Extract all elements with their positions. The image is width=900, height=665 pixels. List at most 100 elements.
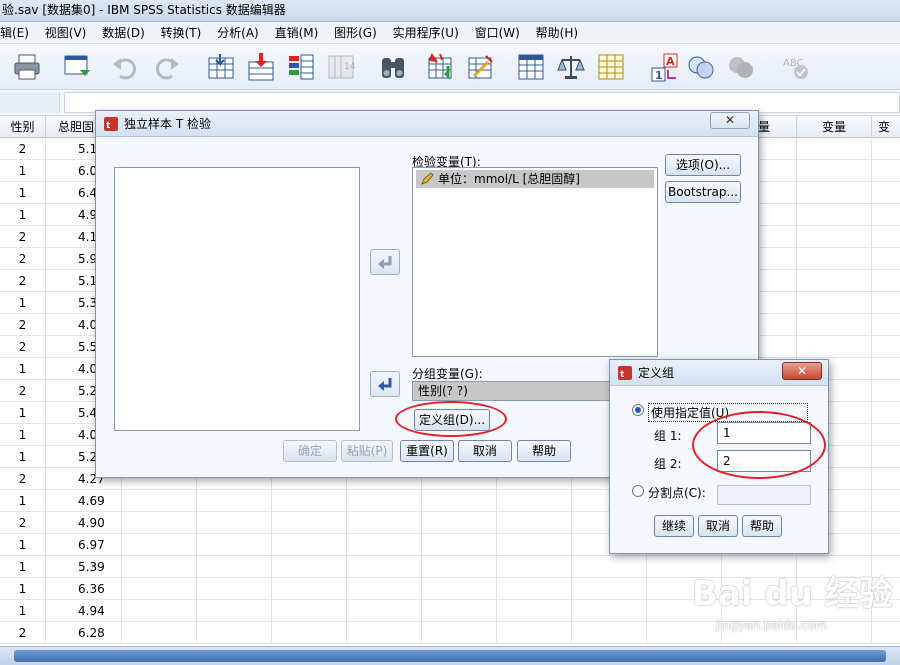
cell-empty[interactable] <box>872 622 900 644</box>
cell-empty[interactable] <box>722 622 797 644</box>
cell-empty[interactable] <box>422 534 497 556</box>
insert-variable-icon[interactable] <box>466 52 496 82</box>
cell-gender[interactable]: 1 <box>0 578 46 600</box>
cell-empty[interactable] <box>422 512 497 534</box>
use-specified-values-label[interactable]: 使用指定值(U) <box>648 403 808 422</box>
spell-check-icon[interactable]: ABC <box>780 52 810 82</box>
grouping-variable-field[interactable]: 性别(? ?) <box>412 381 612 401</box>
cell-empty[interactable] <box>797 314 872 336</box>
test-variable-list[interactable]: 单位：mmol/L [总胆固醇] <box>412 167 658 357</box>
undo-icon[interactable] <box>110 52 140 82</box>
ok-button[interactable]: 确定 <box>283 440 337 462</box>
goto-variable-icon[interactable] <box>246 52 276 82</box>
goto-case-icon[interactable] <box>206 52 236 82</box>
cell-empty[interactable] <box>347 622 422 644</box>
cell-empty[interactable] <box>872 600 900 622</box>
cell-empty[interactable] <box>797 138 872 160</box>
cell-gender[interactable]: 1 <box>0 490 46 512</box>
cell-empty[interactable] <box>122 556 197 578</box>
menu-view[interactable]: 视图(V) <box>39 22 93 44</box>
cell-empty[interactable] <box>797 336 872 358</box>
cell-empty[interactable] <box>797 204 872 226</box>
cell-empty[interactable] <box>347 600 422 622</box>
cell-empty[interactable] <box>272 556 347 578</box>
menu-direct-marketing[interactable]: 直销(M) <box>269 22 325 44</box>
cell-empty[interactable] <box>422 600 497 622</box>
define-groups-button[interactable]: 定义组(D)... <box>414 409 490 431</box>
menu-edit[interactable]: 辑(E) <box>0 22 35 44</box>
cell-empty[interactable] <box>797 182 872 204</box>
cell-empty[interactable] <box>872 468 900 490</box>
cell-empty[interactable] <box>122 578 197 600</box>
cell-empty[interactable] <box>647 578 722 600</box>
insert-cases-icon[interactable] <box>426 52 456 82</box>
cell-gender[interactable]: 2 <box>0 314 46 336</box>
cell-cholesterol[interactable]: 4.90 <box>46 512 122 534</box>
select-cases-icon[interactable] <box>596 52 626 82</box>
cell-empty[interactable] <box>497 600 572 622</box>
column-header-var12[interactable]: 变量 <box>797 116 872 138</box>
cell-empty[interactable] <box>872 292 900 314</box>
value-label-ab-icon[interactable]: A1 <box>650 52 680 82</box>
split-file-icon[interactable] <box>516 52 546 82</box>
group2-input[interactable]: 2 <box>717 450 811 472</box>
bootstrap-button[interactable]: Bootstrap... <box>665 181 741 203</box>
cell-cholesterol[interactable]: 6.36 <box>46 578 122 600</box>
cell-empty[interactable] <box>347 556 422 578</box>
dialog-close-button[interactable]: ✕ <box>710 112 750 129</box>
cell-empty[interactable] <box>722 556 797 578</box>
help-button[interactable]: 帮助 <box>517 440 571 462</box>
cell-empty[interactable] <box>872 512 900 534</box>
cell-empty[interactable] <box>497 512 572 534</box>
cell-empty[interactable] <box>872 270 900 292</box>
cell-gender[interactable]: 1 <box>0 446 46 468</box>
cell-empty[interactable] <box>872 358 900 380</box>
cell-empty[interactable] <box>647 556 722 578</box>
cell-gender[interactable]: 2 <box>0 512 46 534</box>
cell-empty[interactable] <box>122 600 197 622</box>
cell-empty[interactable] <box>272 622 347 644</box>
cell-empty[interactable] <box>197 534 272 556</box>
cell-cholesterol[interactable]: 4.69 <box>46 490 122 512</box>
cell-gender[interactable]: 2 <box>0 138 46 160</box>
cell-empty[interactable] <box>572 578 647 600</box>
cell-empty[interactable] <box>797 160 872 182</box>
cell-cholesterol[interactable]: 5.39 <box>46 556 122 578</box>
redo-icon[interactable] <box>152 52 182 82</box>
variables-icon[interactable] <box>286 52 316 82</box>
cell-empty[interactable] <box>872 204 900 226</box>
cell-empty[interactable] <box>797 622 872 644</box>
options-button[interactable]: 选项(O)... <box>665 154 741 176</box>
cell-gender[interactable]: 2 <box>0 248 46 270</box>
move-to-test-variable-button[interactable] <box>370 249 400 275</box>
cell-empty[interactable] <box>497 622 572 644</box>
define-groups-close-button[interactable]: ✕ <box>782 362 822 380</box>
cell-empty[interactable] <box>797 226 872 248</box>
cell-empty[interactable] <box>797 292 872 314</box>
cell-empty[interactable] <box>122 490 197 512</box>
cell-empty[interactable] <box>272 534 347 556</box>
use-variable-sets-icon[interactable] <box>686 52 716 82</box>
cell-empty[interactable] <box>272 600 347 622</box>
column-header-var13[interactable]: 变 <box>872 116 900 138</box>
show-all-variables-icon[interactable] <box>726 52 756 82</box>
cell-empty[interactable] <box>572 556 647 578</box>
horizontal-scrollbar[interactable] <box>0 646 900 665</box>
cell-empty[interactable] <box>272 512 347 534</box>
print-icon[interactable] <box>12 52 42 82</box>
cell-empty[interactable] <box>722 600 797 622</box>
value-labels-icon[interactable]: 14 <box>326 52 356 82</box>
cell-empty[interactable] <box>872 160 900 182</box>
cell-empty[interactable] <box>647 600 722 622</box>
test-variable-item[interactable]: 单位：mmol/L [总胆固醇] <box>416 170 654 188</box>
cell-gender[interactable]: 1 <box>0 402 46 424</box>
cell-gender[interactable]: 1 <box>0 600 46 622</box>
cell-empty[interactable] <box>197 600 272 622</box>
cell-empty[interactable] <box>497 578 572 600</box>
cell-cholesterol[interactable]: 4.94 <box>46 600 122 622</box>
cell-gender[interactable]: 1 <box>0 424 46 446</box>
cell-gender[interactable]: 2 <box>0 622 46 644</box>
move-to-grouping-variable-button[interactable] <box>370 371 400 397</box>
cell-gender[interactable]: 2 <box>0 336 46 358</box>
define-groups-help-button[interactable]: 帮助 <box>742 515 782 537</box>
